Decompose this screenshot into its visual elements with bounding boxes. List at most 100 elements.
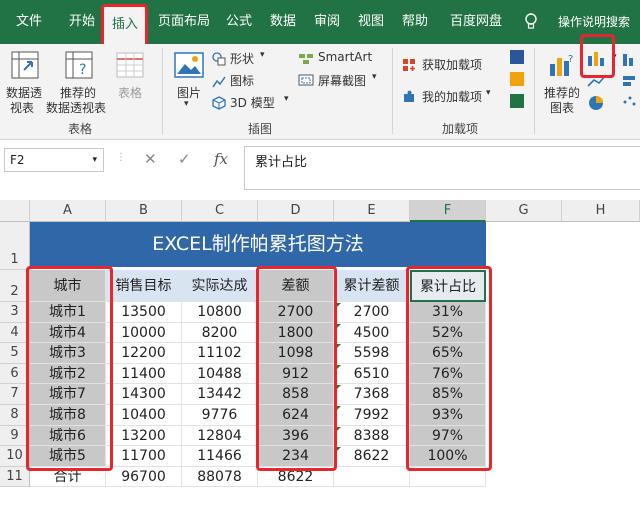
column-header-b[interactable]: B <box>106 200 182 222</box>
chevron-down-icon[interactable]: ▾ <box>92 149 97 171</box>
svg-text:?: ? <box>568 54 573 65</box>
total-cell-target[interactable]: 96700 <box>106 466 182 488</box>
table-cell-actual[interactable]: 11102 <box>182 343 258 364</box>
row-header-11[interactable]: 11 <box>0 466 30 488</box>
table-cell-actual[interactable]: 11466 <box>182 446 258 467</box>
table-cell-target[interactable]: 14300 <box>106 384 182 405</box>
table-cell-actual[interactable]: 10488 <box>182 363 258 385</box>
header-cell-target[interactable]: 销售目标 <box>106 270 182 302</box>
group-label-addins: 加载项 <box>441 122 478 136</box>
tab-baidu-netdisk[interactable]: 百度网盘 <box>444 0 508 44</box>
recommended-charts-icon: ? <box>550 54 573 76</box>
chevron-down-icon: ▾ <box>486 88 491 98</box>
smartart-button[interactable]: SmartArt <box>298 50 380 68</box>
column-header-a[interactable]: A <box>30 200 106 222</box>
sheet-title: EXCEL制作帕累托图方法 <box>30 222 486 267</box>
total-cell-cumulative-gap[interactable] <box>334 466 410 488</box>
pivot-table-label-2: 视表 <box>10 101 35 115</box>
worksheet-grid: A B C D E F G H 1 2 3 4 5 6 7 8 9 10 11 EXCEL制作帕… <box>0 200 640 507</box>
table-icon <box>116 52 144 78</box>
ribbon-separator <box>392 48 393 134</box>
chevron-down-icon: ▾ <box>284 94 289 104</box>
column-header-g[interactable]: G <box>486 200 562 222</box>
table-cell-cumulative-gap[interactable]: 2700 <box>334 302 410 323</box>
column-header-d[interactable]: D <box>258 200 334 222</box>
formula-bar: F2 ▾ ⋮ ✕ ✓ fx 累计占比 <box>0 140 640 194</box>
smartart-icon <box>299 54 313 64</box>
screenshot-button[interactable]: 屏幕截图 ▾ <box>298 72 382 90</box>
tab-home[interactable]: 开始 <box>62 0 102 44</box>
name-box[interactable]: F2 ▾ <box>4 148 104 172</box>
table-cell-target[interactable]: 10000 <box>106 322 182 344</box>
table-cell-cumulative-gap[interactable]: 8622 <box>334 446 410 467</box>
tab-view[interactable]: 视图 <box>354 0 388 44</box>
table-cell-target[interactable]: 10400 <box>106 405 182 426</box>
table-cell-actual[interactable]: 10800 <box>182 302 258 323</box>
smartart-label: SmartArt <box>318 50 373 64</box>
tab-data[interactable]: 数据 <box>266 0 300 44</box>
table-cell-cumulative-gap[interactable]: 5598 <box>334 343 410 364</box>
table-cell-cumulative-gap[interactable]: 8388 <box>334 425 410 447</box>
table-cell-cumulative-gap[interactable]: 4500 <box>334 322 410 344</box>
table-cell-actual[interactable]: 9776 <box>182 405 258 426</box>
get-addins-button[interactable]: 获取加载项 <box>402 56 492 74</box>
column-header-h[interactable]: H <box>562 200 640 222</box>
addins-store-icon <box>403 59 415 71</box>
pictures-label: 图片 <box>177 86 202 100</box>
screenshot-icon <box>298 74 314 86</box>
table-label: 表格 <box>118 86 143 100</box>
table-cell-target[interactable]: 13200 <box>106 425 182 447</box>
cancel-icon[interactable]: ✕ <box>144 150 157 168</box>
ribbon-separator <box>162 48 163 134</box>
pivot-table-icon <box>11 51 39 79</box>
header-cell-cumulative-gap[interactable]: 累计差额 <box>334 270 410 302</box>
column-header-e[interactable]: E <box>334 200 410 222</box>
gap-column-highlight <box>256 266 337 471</box>
table-cell-target[interactable]: 12200 <box>106 343 182 364</box>
select-all-corner[interactable] <box>0 200 30 222</box>
shapes-button[interactable]: 形状 ▾ <box>212 50 270 68</box>
table-cell-actual[interactable]: 12804 <box>182 425 258 447</box>
icons-button[interactable]: 图标 <box>212 72 262 90</box>
group-label-illustrations: 插图 <box>247 122 272 136</box>
table-cell-actual[interactable]: 13442 <box>182 384 258 405</box>
group-label-tables: 表格 <box>67 122 92 136</box>
tab-help[interactable]: 帮助 <box>398 0 432 44</box>
my-addins-button[interactable]: 我的加载项 ▾ <box>402 88 494 106</box>
people-graph-icon[interactable] <box>510 94 524 108</box>
row-header-1[interactable]: 1 <box>0 222 30 270</box>
tab-formulas[interactable]: 公式 <box>222 0 256 44</box>
table-cell-actual[interactable]: 8200 <box>182 322 258 344</box>
formula-input[interactable]: 累计占比 <box>244 146 640 190</box>
recommended-charts-label-2: 图表 <box>550 101 575 115</box>
tab-review[interactable]: 审阅 <box>310 0 344 44</box>
formula-bar-grip-icon: ⋮ <box>116 152 126 163</box>
name-box-value: F2 <box>10 153 25 167</box>
more-charts-icon[interactable] <box>622 50 638 112</box>
pictures-icon <box>174 52 204 78</box>
svg-text:?: ? <box>79 62 86 78</box>
table-cell-cumulative-gap[interactable]: 7368 <box>334 384 410 405</box>
3d-model-button[interactable]: 3D 模型 ▾ <box>212 94 292 112</box>
table-cell-target[interactable]: 11700 <box>106 446 182 467</box>
table-cell-cumulative-gap[interactable]: 6510 <box>334 363 410 385</box>
column-header-f[interactable]: F <box>410 200 486 222</box>
visio-icon[interactable] <box>510 50 524 64</box>
tab-page-layout[interactable]: 页面布局 <box>156 0 212 44</box>
lightbulb-icon <box>525 13 537 29</box>
column-header-c[interactable]: C <box>182 200 258 222</box>
table-cell-target[interactable]: 11400 <box>106 363 182 385</box>
header-cell-actual[interactable]: 实际达成 <box>182 270 258 302</box>
my-addins-icon <box>404 90 414 102</box>
bing-maps-icon[interactable] <box>510 72 524 86</box>
total-cell-actual[interactable]: 88078 <box>182 466 258 488</box>
enter-icon[interactable]: ✓ <box>178 150 191 168</box>
insert-function-icon[interactable]: fx <box>214 150 228 168</box>
chevron-down-icon: ▾ <box>260 50 265 60</box>
cumulative-pct-column-highlight <box>406 266 492 471</box>
table-cell-target[interactable]: 13500 <box>106 302 182 323</box>
pie-chart-icon[interactable] <box>586 94 608 112</box>
tab-file[interactable]: 文件 <box>14 0 44 44</box>
table-cell-cumulative-gap[interactable]: 7992 <box>334 405 410 426</box>
recommended-pivot-icon: ? <box>65 51 93 79</box>
